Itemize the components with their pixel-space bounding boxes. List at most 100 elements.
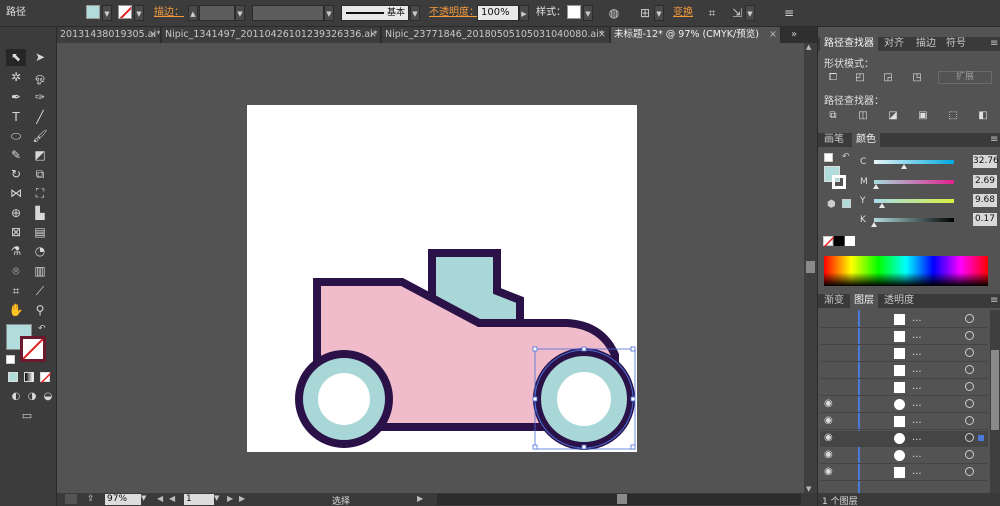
stroke-color-box[interactable] <box>20 336 46 362</box>
visibility-eye-icon[interactable]: ◉ <box>824 432 833 443</box>
target-icon[interactable] <box>965 416 974 425</box>
horizontal-scroll-thumb[interactable] <box>617 494 627 504</box>
tab-symbols[interactable]: 符号 <box>942 37 970 51</box>
line-tool-icon[interactable]: ╱ <box>30 109 50 126</box>
stroke-weight-dropdown[interactable]: ▼ <box>235 5 245 21</box>
artboard-dropdown[interactable]: ▼ <box>214 494 219 502</box>
layer-row[interactable]: ◉ ... <box>820 465 988 481</box>
close-icon[interactable]: × <box>149 27 157 43</box>
zoom-field[interactable]: 97% <box>105 494 141 505</box>
tab-layers[interactable]: 图层 <box>850 294 878 308</box>
tab-stroke[interactable]: 描边 <box>912 37 940 51</box>
slider-knob[interactable] <box>873 184 879 189</box>
magic-wand-tool-icon[interactable]: ✲ <box>6 69 26 86</box>
fill-dropdown[interactable]: ▼ <box>102 5 112 21</box>
panel-menu-icon[interactable]: ≡ <box>780 5 798 21</box>
unite-icon[interactable]: ⧠ <box>826 72 840 84</box>
panel-menu-icon[interactable]: ≡ <box>986 294 1000 308</box>
align-dropdown[interactable]: ▼ <box>654 5 664 21</box>
target-icon[interactable] <box>965 365 974 374</box>
layer-row[interactable]: ... <box>820 380 988 396</box>
minus-front-icon[interactable]: ◰ <box>853 72 867 84</box>
black-color-icon[interactable] <box>834 236 844 246</box>
slider-cyan[interactable]: C 32.76 % <box>858 155 1000 175</box>
direct-selection-tool-icon[interactable]: ➤ <box>30 49 50 66</box>
slider-track[interactable] <box>874 218 954 222</box>
tab-brushes[interactable]: 画笔 <box>820 133 848 147</box>
scroll-up-icon[interactable]: ▲ <box>806 43 811 51</box>
blend-tool-icon[interactable]: ◔ <box>30 243 50 260</box>
visibility-eye-icon[interactable]: ◉ <box>824 415 833 426</box>
target-icon[interactable] <box>965 399 974 408</box>
opacity-field[interactable]: 100% <box>477 5 519 21</box>
brush-definition[interactable]: 基本 <box>341 5 409 21</box>
layer-row[interactable]: ... <box>820 363 988 379</box>
slider-knob[interactable] <box>879 203 885 208</box>
isolate-group-icon[interactable]: ⌗ <box>703 5 721 21</box>
default-colors-icon[interactable] <box>6 355 15 364</box>
layer-row[interactable]: ... <box>820 312 988 328</box>
channel-value-field[interactable]: 2.69 <box>973 175 997 188</box>
zoom-tool-icon[interactable]: ⚲ <box>30 302 50 319</box>
target-icon[interactable] <box>965 314 974 323</box>
panel-menu-icon[interactable]: ≡ <box>986 133 1000 147</box>
opacity-label[interactable]: 不透明度： <box>429 5 479 21</box>
default-fill-stroke-icon[interactable] <box>824 153 833 162</box>
pen-tool-icon[interactable]: ✒ <box>6 89 26 106</box>
graphic-style-swatch[interactable] <box>567 5 581 19</box>
vertical-scrollbar[interactable]: ▲ ▼ <box>804 43 817 493</box>
graphic-style-dropdown[interactable]: ▼ <box>583 5 593 21</box>
doc-tab-3[interactable]: Nipic_23771846_20180505105031040080.ai* … <box>382 27 610 43</box>
layer-row[interactable]: ... <box>820 329 988 345</box>
screen-mode-icon[interactable]: ▭ <box>17 407 37 424</box>
layer-row-selected[interactable]: ◉ ... <box>820 431 988 447</box>
selection-tool-icon[interactable]: ⬉ <box>6 49 26 66</box>
type-tool-icon[interactable]: T <box>6 109 26 126</box>
close-icon[interactable]: × <box>598 27 606 43</box>
layers-scroll-thumb[interactable] <box>991 350 999 430</box>
mesh-tool-icon[interactable]: ⊠ <box>6 224 26 241</box>
tab-gradient[interactable]: 渐变 <box>820 294 848 308</box>
target-icon[interactable] <box>965 348 974 357</box>
column-graph-tool-icon[interactable]: ▥ <box>30 263 50 280</box>
doc-tab-2[interactable]: Nipic_1341497_20110426101239326336.ai* × <box>162 27 381 43</box>
scroll-down-icon[interactable]: ▼ <box>806 485 811 493</box>
gamut-swatch[interactable] <box>842 199 851 208</box>
stroke-label[interactable]: 描边： <box>154 5 184 21</box>
divide-icon[interactable]: ⧉ <box>826 110 840 122</box>
none-mode-icon[interactable] <box>40 372 52 384</box>
artboard[interactable] <box>247 105 637 452</box>
intersect-icon[interactable]: ◲ <box>881 72 895 84</box>
artboard-nav-icon[interactable] <box>65 494 77 504</box>
tab-transparency[interactable]: 透明度 <box>880 294 918 308</box>
scale-tool-icon[interactable]: ⧉ <box>30 166 50 183</box>
shape-builder-tool-icon[interactable]: ⊕ <box>6 205 26 222</box>
layer-row[interactable]: ◉ ... <box>820 414 988 430</box>
channel-value-field[interactable]: 0.17 <box>973 213 997 226</box>
pencil-tool-icon[interactable]: ✎ <box>6 147 26 164</box>
slider-track[interactable] <box>874 180 954 184</box>
channel-value-field[interactable]: 9.68 <box>973 194 997 207</box>
trim-icon[interactable]: ◫ <box>856 110 870 122</box>
tab-color[interactable]: 颜色 <box>852 133 880 147</box>
draw-inside-icon[interactable]: ◒ <box>38 388 58 405</box>
recolor-artwork-icon[interactable]: ◍ <box>605 5 623 21</box>
hand-tool-icon[interactable]: ✋ <box>6 302 26 319</box>
brush-dropdown[interactable]: ▼ <box>410 5 420 21</box>
gradient-tool-icon[interactable]: ▤ <box>30 224 50 241</box>
swap-colors-icon[interactable]: ↶ <box>38 324 46 334</box>
target-icon[interactable] <box>965 467 974 476</box>
stroke-weight-stepper[interactable]: ▲ <box>188 5 198 21</box>
share-icon[interactable]: ⇪ <box>87 494 95 504</box>
artboard-number-field[interactable]: 1 <box>184 494 214 505</box>
exclude-icon[interactable]: ◳ <box>910 72 924 84</box>
merge-icon[interactable]: ◪ <box>886 110 900 122</box>
close-icon[interactable]: × <box>769 27 777 43</box>
none-color-icon[interactable] <box>823 236 835 248</box>
color-mode-icon[interactable] <box>8 372 18 382</box>
tab-pathfinder[interactable]: 路径查找器 <box>820 37 878 51</box>
tab-align[interactable]: 对齐 <box>880 37 908 51</box>
prev-artboard-icon[interactable]: ◀ <box>169 494 175 503</box>
layer-row[interactable]: ... <box>820 346 988 362</box>
artboard-tool-icon[interactable]: ⌗ <box>6 283 26 300</box>
